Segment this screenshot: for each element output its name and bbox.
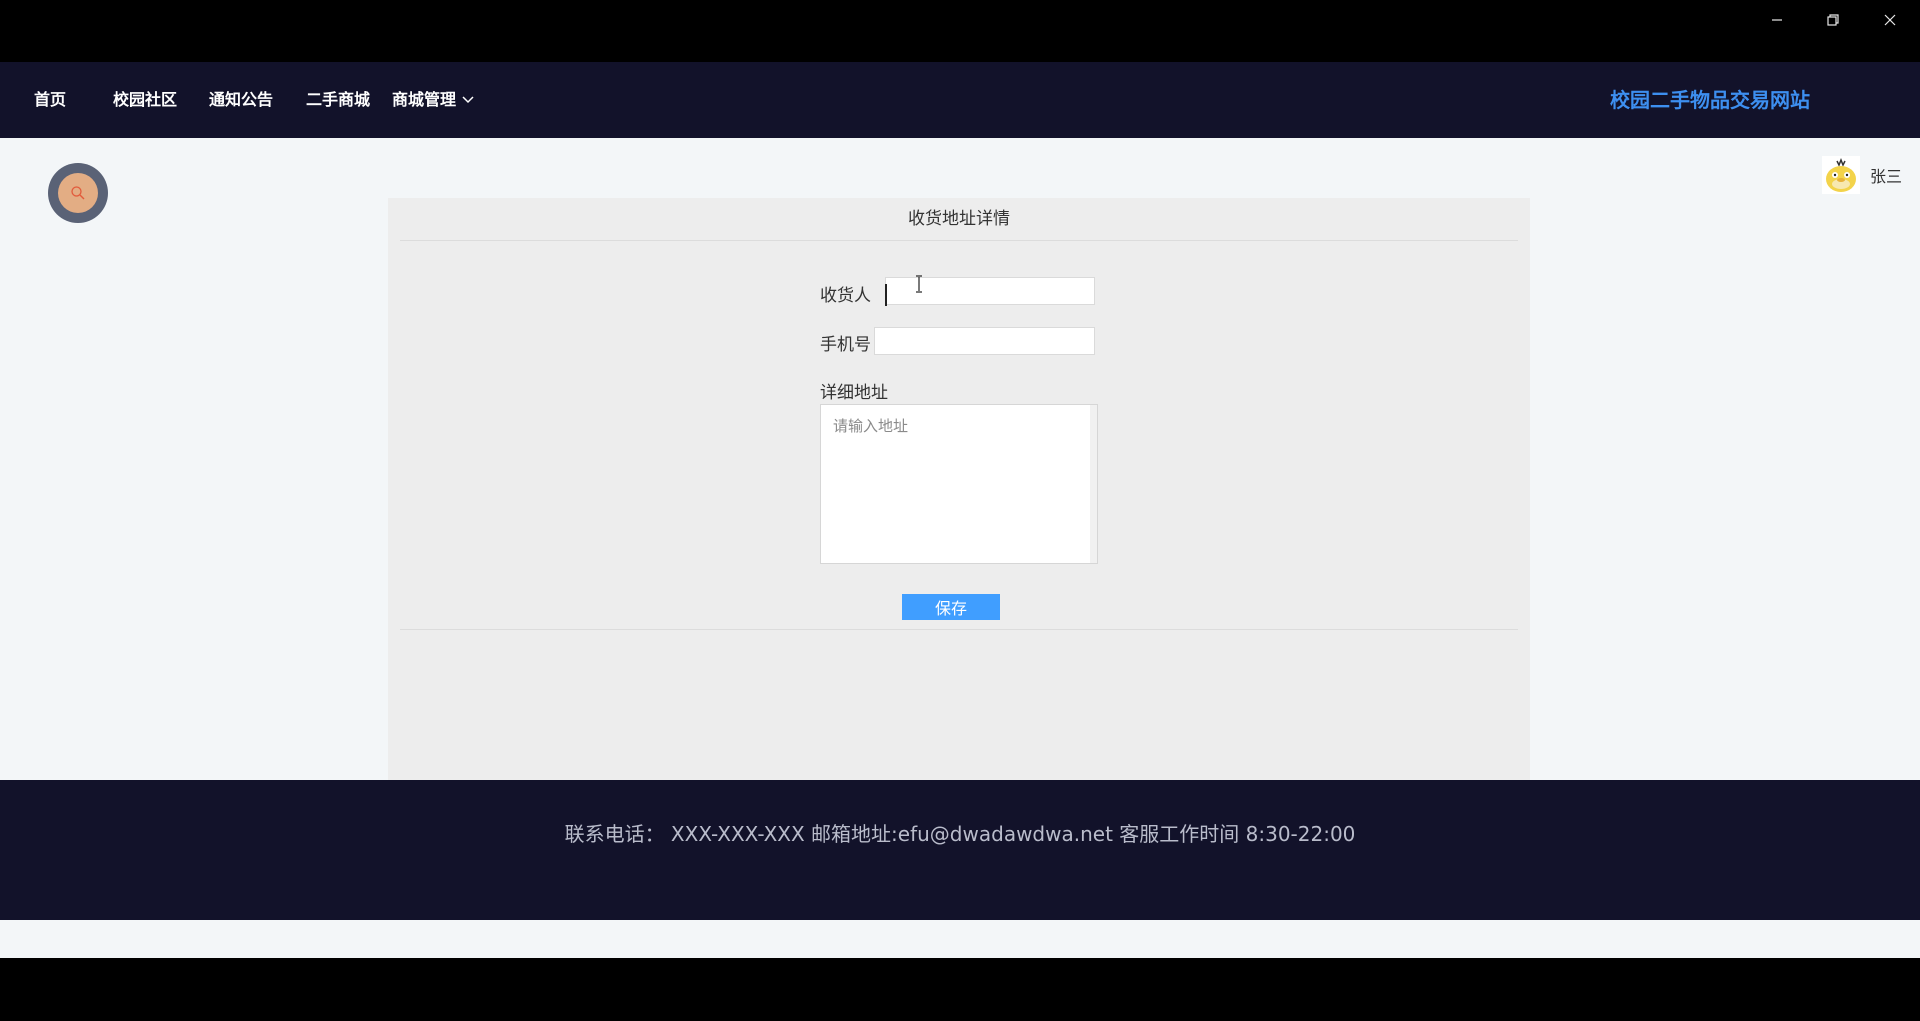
divider-top <box>400 240 1518 241</box>
site-title: 校园二手物品交易网站 <box>1610 88 1810 112</box>
nav-item-mall-management-label: 商城管理 <box>392 90 457 109</box>
window-close-button[interactable] <box>1862 0 1918 40</box>
chevron-down-icon <box>462 96 474 104</box>
close-icon <box>1884 14 1896 26</box>
nav-item-mall-management[interactable]: 商城管理 <box>392 62 474 138</box>
avatar[interactable] <box>1822 156 1860 194</box>
address-textarea[interactable] <box>820 404 1098 564</box>
nav-item-notices[interactable]: 通知公告 <box>209 62 273 138</box>
phone-input[interactable] <box>874 327 1095 355</box>
window-restore-button[interactable] <box>1805 0 1861 40</box>
search-icon <box>71 186 85 200</box>
user-area[interactable]: 张三 <box>1822 156 1902 194</box>
window-minimize-button[interactable] <box>1749 0 1805 40</box>
minimize-icon <box>1772 19 1782 21</box>
recipient-label: 收货人 <box>820 286 871 306</box>
top-navbar: 首页 校园社区 通知公告 二手商城 商城管理 校园二手物品交易网站 <box>0 62 1920 138</box>
site-footer: 联系电话： XXX-XXX-XXX 邮箱地址:efu@dwadawdwa.net… <box>0 780 1920 920</box>
address-textarea-scrollbar[interactable] <box>1090 405 1097 563</box>
address-detail-panel: 收货地址详情 收货人 手机号 详细地址 保存 <box>388 198 1530 780</box>
page-bottom-strip <box>0 920 1920 958</box>
search-button-inner <box>58 173 98 213</box>
nav-item-campus-community[interactable]: 校园社区 <box>113 62 177 138</box>
main-content: 张三 收货地址详情 收货人 手机号 详细地址 保存 <box>0 138 1920 780</box>
bottom-black-area <box>0 958 1920 1021</box>
nav-item-secondhand-mall[interactable]: 二手商城 <box>306 62 370 138</box>
divider-bottom <box>400 629 1518 630</box>
address-label: 详细地址 <box>820 383 888 403</box>
nav-item-home[interactable]: 首页 <box>34 62 66 138</box>
app-viewport: 首页 校园社区 通知公告 二手商城 商城管理 校园二手物品交易网站 张三 收货地… <box>0 0 1920 1021</box>
phone-label: 手机号 <box>820 335 871 355</box>
footer-contact-text: 联系电话： XXX-XXX-XXX 邮箱地址:efu@dwadawdwa.net… <box>564 822 1356 846</box>
username[interactable]: 张三 <box>1870 163 1902 187</box>
panel-title: 收货地址详情 <box>908 209 1010 229</box>
restore-icon <box>1827 14 1839 26</box>
recipient-input[interactable] <box>885 277 1095 305</box>
text-caret <box>885 284 887 306</box>
save-button[interactable]: 保存 <box>902 594 1000 620</box>
duck-avatar-icon <box>1826 157 1856 192</box>
search-button[interactable] <box>48 163 108 223</box>
window-titlebar <box>0 0 1920 62</box>
